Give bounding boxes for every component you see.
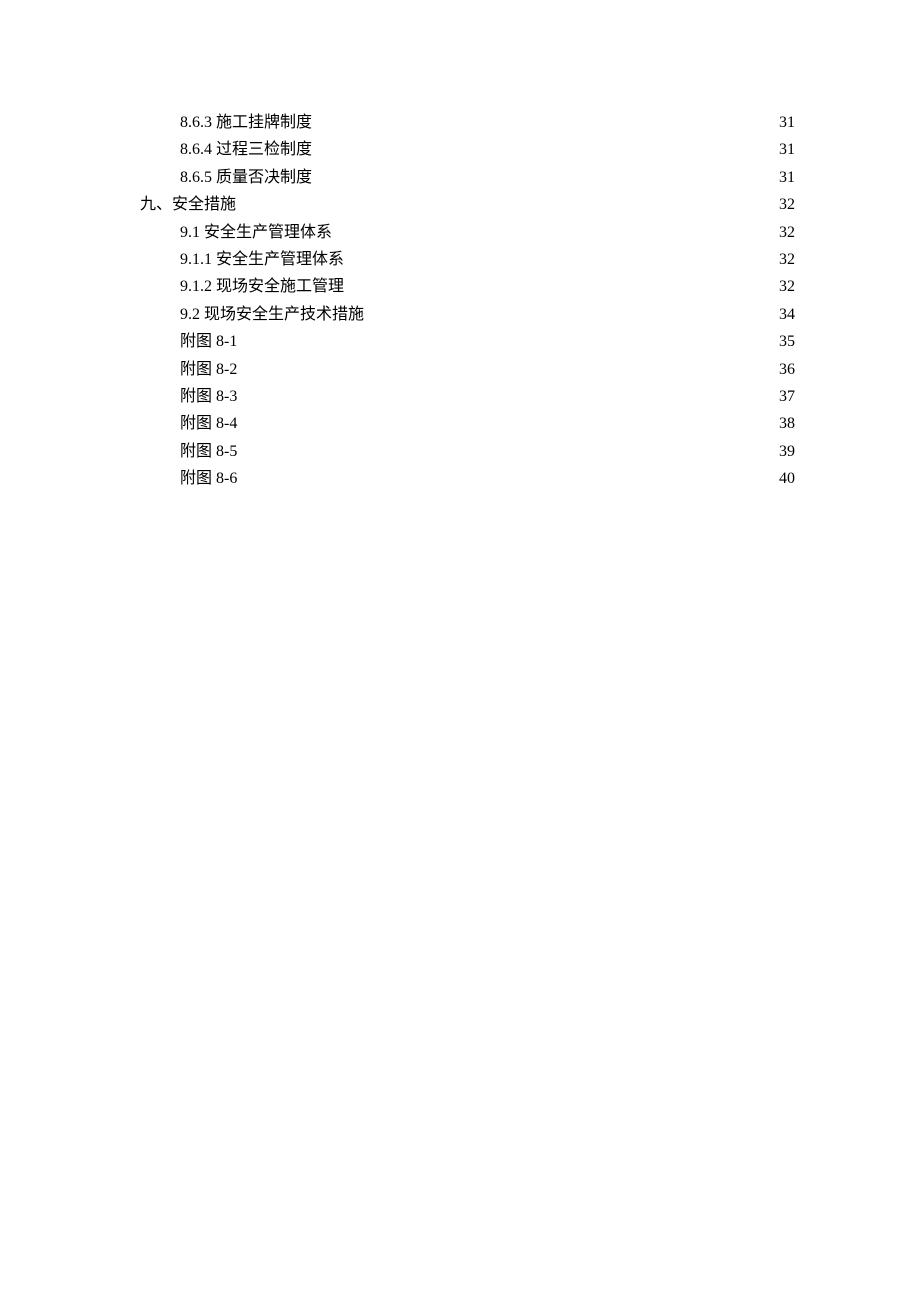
toc-entry: 附图 8-4 38 <box>140 411 795 437</box>
toc-page-number: 39 <box>779 439 795 465</box>
toc-page-number: 32 <box>779 192 795 218</box>
toc-label: 附图 8-4 <box>180 411 237 437</box>
toc-page-number: 38 <box>779 411 795 437</box>
table-of-contents: 8.6.3 施工挂牌制度 31 8.6.4 过程三检制度 31 8.6.5 质量… <box>140 110 795 492</box>
toc-page-number: 36 <box>779 357 795 383</box>
toc-entry: 附图 8-6 40 <box>140 466 795 492</box>
toc-page-number: 34 <box>779 302 795 328</box>
toc-page-number: 32 <box>779 247 795 273</box>
toc-entry: 9.1.1 安全生产管理体系 32 <box>140 247 795 273</box>
toc-page-number: 32 <box>779 274 795 300</box>
toc-label: 9.1 安全生产管理体系 <box>180 220 332 246</box>
toc-label: 附图 8-6 <box>180 466 237 492</box>
toc-label: 9.1.2 现场安全施工管理 <box>180 274 344 300</box>
toc-label: 8.6.5 质量否决制度 <box>180 165 312 191</box>
toc-entry: 9.2 现场安全生产技术措施 34 <box>140 302 795 328</box>
toc-entry: 附图 8-3 37 <box>140 384 795 410</box>
toc-entry: 附图 8-5 39 <box>140 439 795 465</box>
toc-label: 附图 8-1 <box>180 329 237 355</box>
toc-entry: 九、安全措施 32 <box>140 192 795 218</box>
toc-label: 附图 8-3 <box>180 384 237 410</box>
toc-entry: 8.6.3 施工挂牌制度 31 <box>140 110 795 136</box>
toc-page-number: 32 <box>779 220 795 246</box>
toc-label: 8.6.4 过程三检制度 <box>180 137 312 163</box>
toc-page-number: 31 <box>779 165 795 191</box>
toc-entry: 8.6.4 过程三检制度 31 <box>140 137 795 163</box>
toc-entry: 9.1 安全生产管理体系 32 <box>140 220 795 246</box>
toc-label: 9.2 现场安全生产技术措施 <box>180 302 364 328</box>
toc-label: 9.1.1 安全生产管理体系 <box>180 247 344 273</box>
toc-entry: 附图 8-2 36 <box>140 357 795 383</box>
toc-page-number: 31 <box>779 137 795 163</box>
toc-entry: 9.1.2 现场安全施工管理 32 <box>140 274 795 300</box>
toc-label: 附图 8-2 <box>180 357 237 383</box>
toc-page-number: 37 <box>779 384 795 410</box>
toc-page-number: 40 <box>779 466 795 492</box>
toc-entry: 8.6.5 质量否决制度 31 <box>140 165 795 191</box>
toc-entry: 附图 8-1 35 <box>140 329 795 355</box>
toc-label: 8.6.3 施工挂牌制度 <box>180 110 312 136</box>
toc-label: 九、安全措施 <box>140 192 236 218</box>
toc-page-number: 35 <box>779 329 795 355</box>
toc-label: 附图 8-5 <box>180 439 237 465</box>
toc-page-number: 31 <box>779 110 795 136</box>
